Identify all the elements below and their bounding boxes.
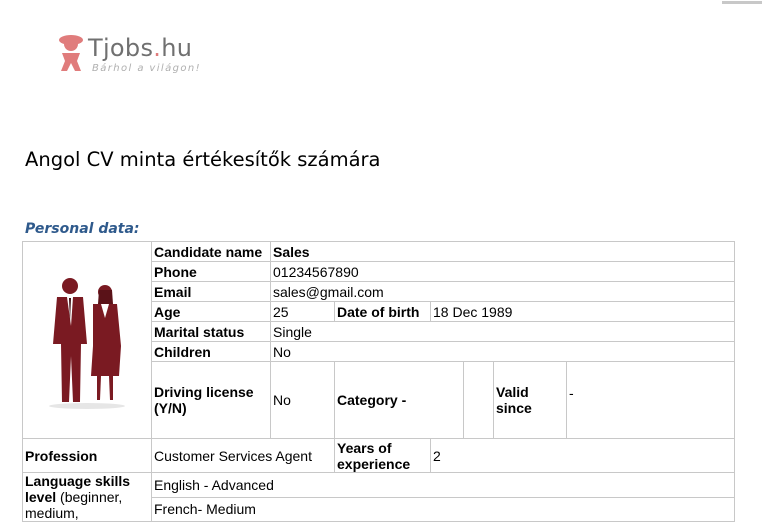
children-value: No	[269, 341, 736, 362]
logo-tagline: Bárhol a világon!	[92, 63, 202, 74]
age-value: 25	[270, 301, 335, 322]
phone-value: 01234567890	[269, 261, 736, 282]
person-mascot-icon	[59, 35, 83, 71]
years-of-experience-label: Years of experience	[334, 438, 431, 473]
email-label: Email	[151, 281, 271, 302]
age-label: Age	[151, 301, 271, 322]
candidate-photo	[22, 241, 152, 439]
tjobs-logo[interactable]: Tjobs.hu Bárhol a világon!	[56, 31, 216, 79]
valid-since-label: Valid since	[493, 361, 567, 439]
years-of-experience-value: 2	[429, 438, 736, 473]
language-item-french: French- Medium	[150, 496, 736, 522]
phone-label: Phone	[151, 261, 271, 282]
candidate-name-value: Sales	[269, 241, 736, 262]
date-of-birth-value: 18 Dec 1989	[429, 301, 736, 322]
valid-since-value: -	[565, 361, 736, 439]
profession-label: Profession	[22, 438, 152, 473]
driving-license-label: Driving license (Y/N)	[151, 361, 271, 439]
category-value	[463, 361, 494, 439]
business-people-silhouette-icon	[49, 277, 125, 409]
children-label: Children	[151, 341, 271, 362]
date-of-birth-label: Date of birth	[334, 301, 431, 322]
document-title: Angol CV minta értékesítők számára	[25, 148, 381, 171]
language-skills-label: Language skills level (beginner, medium,	[22, 472, 152, 522]
logo-brand-main: Tjobs	[88, 34, 154, 62]
profession-value: Customer Services Agent	[151, 438, 335, 473]
marital-status-value: Single	[269, 321, 736, 342]
category-label: Category -	[334, 361, 464, 439]
email-value: sales@gmail.com	[269, 281, 736, 302]
candidate-name-label: Candidate name	[151, 241, 271, 262]
logo-brand: Tjobs.hu	[88, 34, 192, 62]
personal-data-heading: Personal data:	[25, 221, 140, 237]
logo-brand-dot: .	[153, 34, 162, 62]
marital-status-label: Marital status	[151, 321, 271, 342]
language-item-english: English - Advanced	[150, 472, 736, 498]
personal-data-table: Candidate name Sales Phone 01234567890 E…	[22, 241, 736, 522]
driving-license-value: No	[270, 361, 335, 439]
top-rule	[722, 1, 762, 4]
logo-brand-tld: hu	[161, 34, 193, 62]
